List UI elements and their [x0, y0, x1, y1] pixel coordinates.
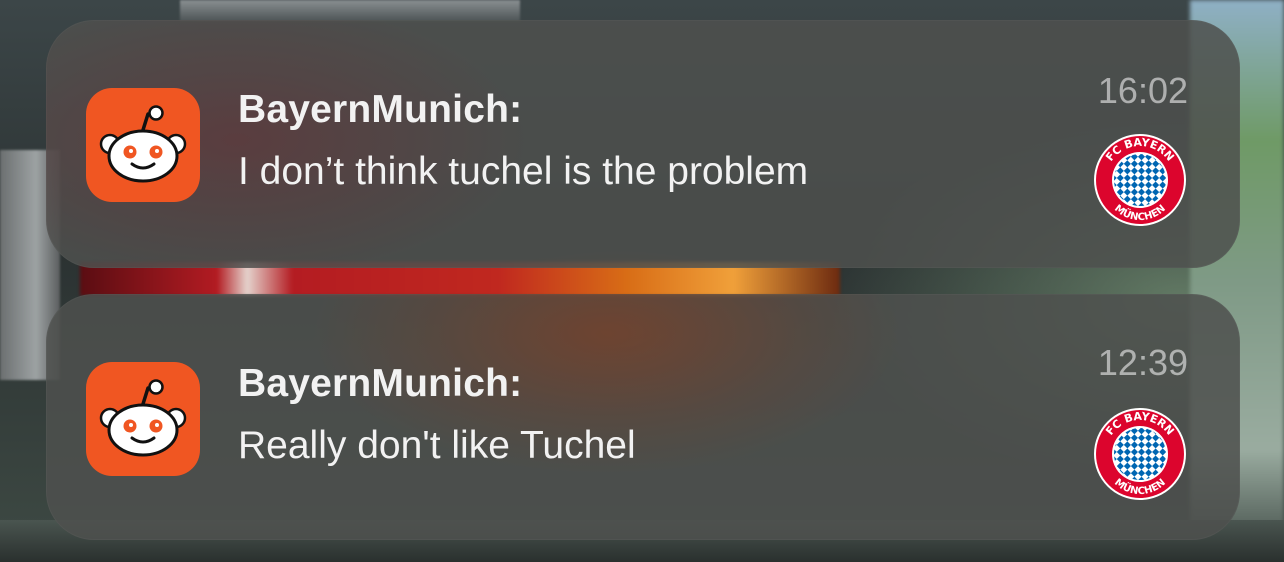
notification-message: Really don't like Tuchel [238, 424, 636, 467]
fc-bayern-logo-icon: FC BAYERN MÜNCHEN [1092, 132, 1188, 228]
notification-sender: BayernMunich: [238, 88, 523, 131]
wallpaper-detail [180, 0, 520, 22]
notification-message: I don’t think tuchel is the problem [238, 150, 809, 193]
notification-card[interactable]: BayernMunich: I don’t think tuchel is th… [46, 20, 1240, 268]
notification-time: 12:39 [1097, 342, 1188, 383]
fc-bayern-logo-icon: FC BAYERN MÜNCHEN [1092, 406, 1188, 502]
reddit-app-icon [86, 362, 200, 476]
notification-time: 16:02 [1097, 70, 1188, 111]
reddit-app-icon [86, 88, 200, 202]
reddit-snoo-icon [99, 105, 187, 183]
notification-sender: BayernMunich: [238, 362, 523, 405]
notification-card[interactable]: BayernMunich: Really don't like Tuchel 1… [46, 294, 1240, 540]
reddit-snoo-icon [99, 379, 187, 457]
